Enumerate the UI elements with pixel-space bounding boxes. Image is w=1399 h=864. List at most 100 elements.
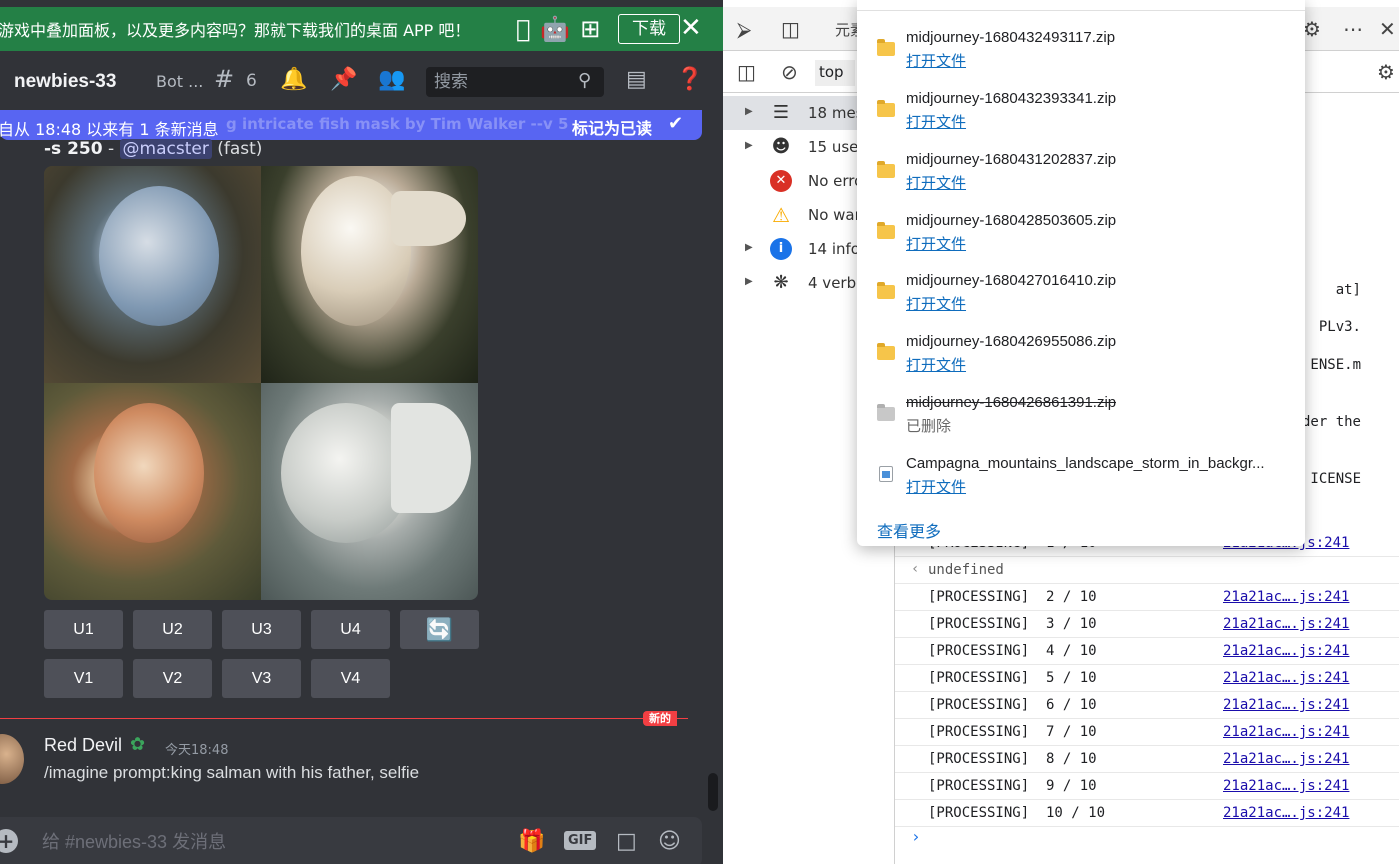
download-filename: midjourney-1680432393341.zip <box>906 90 1117 107</box>
download-item[interactable]: midjourney-1680432493117.zip 打开文件 <box>857 20 1305 80</box>
variation-3-button[interactable]: V3 <box>222 659 301 698</box>
source-link[interactable]: 21a21ac….js:241 <box>1223 616 1349 632</box>
message-input[interactable] <box>42 829 482 855</box>
folder-icon <box>877 100 895 117</box>
bug-icon: ❋ <box>773 272 789 293</box>
sidebar-item-label: 18 mes <box>808 104 864 122</box>
new-messages-text: 自从 18:48 以来有 1 条新消息 <box>0 120 219 139</box>
download-item-deleted[interactable]: midjourney-1680426861391.zip 已删除 <box>857 385 1305 445</box>
console-message: [PROCESSING] 4 / 10 <box>928 643 1097 659</box>
close-icon[interactable]: ✕ <box>680 13 702 43</box>
open-file-link[interactable]: 打开文件 <box>906 50 966 71</box>
user-mention[interactable]: @macster <box>119 139 212 159</box>
search-icon: ⚲ <box>578 70 592 91</box>
speed-mode: (fast) <box>211 139 263 159</box>
see-more-link[interactable]: 查看更多 <box>877 518 941 542</box>
console-text-fragment: ICENSE <box>1310 471 1361 487</box>
open-file-link[interactable]: 打开文件 <box>906 293 966 314</box>
windows-icon[interactable]: ⊞ <box>580 15 600 43</box>
console-prompt-icon[interactable]: › <box>911 827 921 846</box>
network-conditions-icon[interactable]: ⚙ <box>1303 17 1321 41</box>
download-item[interactable]: midjourney-1680431202837.zip 打开文件 <box>857 142 1305 202</box>
inbox-icon[interactable]: ▤ <box>626 67 647 92</box>
emoji-icon[interactable]: ☺ <box>658 829 681 854</box>
upscale-2-button[interactable]: U2 <box>133 610 212 649</box>
notification-mute-icon[interactable]: 🔔 <box>280 67 307 92</box>
folder-icon <box>877 222 895 239</box>
avatar[interactable] <box>0 734 24 784</box>
new-messages-bar[interactable]: g intricate fish mask by Tim Walker --v … <box>0 110 702 140</box>
sticker-icon[interactable]: □ <box>616 829 637 854</box>
expand-arrow-icon[interactable]: ▶ <box>745 106 753 117</box>
download-item[interactable]: midjourney-1680428503605.zip 打开文件 <box>857 203 1305 263</box>
open-file-link[interactable]: 打开文件 <box>906 354 966 375</box>
image-quadrant-1 <box>44 166 261 383</box>
console-message: [PROCESSING] 2 / 10 <box>928 589 1097 605</box>
settings-gear-icon[interactable]: ⚙ <box>1377 60 1395 84</box>
promo-text: 游戏中叠加面板，以及更多内容吗？那就下载我们的桌面 APP 吧！ <box>0 21 471 40</box>
download-item[interactable]: midjourney-1680432393341.zip 打开文件 <box>857 81 1305 141</box>
expand-arrow-icon[interactable]: ▶ <box>745 242 753 253</box>
console-text-fragment: at] <box>1335 282 1361 298</box>
upscale-3-button[interactable]: U3 <box>222 610 301 649</box>
upscale-4-button[interactable]: U4 <box>311 610 390 649</box>
open-file-link[interactable]: 打开文件 <box>906 476 966 497</box>
variation-2-button[interactable]: V2 <box>133 659 212 698</box>
apple-icon[interactable]:  <box>516 15 530 43</box>
source-link[interactable]: 21a21ac….js:241 <box>1223 778 1349 794</box>
download-item[interactable]: midjourney-1680427016410.zip 打开文件 <box>857 263 1305 323</box>
member-list-icon[interactable]: 👥 <box>378 67 405 92</box>
open-file-link[interactable]: 打开文件 <box>906 172 966 193</box>
source-link[interactable]: 21a21ac….js:241 <box>1223 805 1349 821</box>
new-messages-tag: 新的 <box>643 711 677 726</box>
device-toolbar-icon[interactable]: ◫ <box>781 17 800 41</box>
add-attachment-icon[interactable]: + <box>0 829 18 853</box>
source-link[interactable]: 21a21ac….js:241 <box>1223 643 1349 659</box>
scrollbar-thumb[interactable] <box>708 773 718 811</box>
pin-icon[interactable]: 📌 <box>330 67 357 92</box>
clear-console-icon[interactable]: ⊘ <box>781 60 798 84</box>
message-timestamp: 今天18:48 <box>165 743 229 758</box>
threads-icon[interactable]: # <box>214 65 234 93</box>
console-message: [PROCESSING] 5 / 10 <box>928 670 1097 686</box>
source-link[interactable]: 21a21ac….js:241 <box>1223 697 1349 713</box>
android-icon[interactable]: 🤖 <box>540 15 570 43</box>
error-icon: ✕ <box>770 170 792 192</box>
upscale-1-button[interactable]: U1 <box>44 610 123 649</box>
console-message: [PROCESSING] 3 / 10 <box>928 616 1097 632</box>
download-app-button[interactable]: 下载 <box>618 14 680 44</box>
expand-arrow-icon[interactable]: ▶ <box>745 276 753 287</box>
sidebar-toggle-icon[interactable]: ◫ <box>737 60 756 84</box>
variation-1-button[interactable]: V1 <box>44 659 123 698</box>
download-item[interactable]: Campagna_mountains_landscape_storm_in_ba… <box>857 446 1305 506</box>
source-link[interactable]: 21a21ac….js:241 <box>1223 670 1349 686</box>
inspect-element-icon[interactable]: ⮚ <box>737 17 751 41</box>
download-item[interactable]: midjourney-1680426955086.zip 打开文件 <box>857 324 1305 384</box>
source-link[interactable]: 21a21ac….js:241 <box>1223 589 1349 605</box>
open-file-link[interactable]: 打开文件 <box>906 233 966 254</box>
open-file-link[interactable]: 打开文件 <box>906 111 966 132</box>
context-selector[interactable]: top <box>815 60 855 86</box>
source-link[interactable]: 21a21ac….js:241 <box>1223 751 1349 767</box>
variation-4-button[interactable]: V4 <box>311 659 390 698</box>
expand-arrow-icon[interactable]: ▶ <box>745 140 753 151</box>
new-messages-divider <box>0 718 688 719</box>
bot-label[interactable]: Bot ... <box>156 72 203 91</box>
message-composer: + 🎁 GIF □ ☺ <box>0 817 702 864</box>
source-link[interactable]: 21a21ac….js:241 <box>1223 724 1349 740</box>
help-icon[interactable]: ❓ <box>676 67 703 92</box>
close-devtools-icon[interactable]: ✕ <box>1379 17 1396 41</box>
gif-icon[interactable]: GIF <box>564 831 597 850</box>
more-options-icon[interactable]: ⋯ <box>1343 17 1363 41</box>
deleted-status: 已删除 <box>906 417 952 435</box>
message-author[interactable]: Red Devil <box>44 735 122 756</box>
channel-name: newbies-33 <box>14 71 117 92</box>
console-text-fragment: PLv3. <box>1318 319 1361 335</box>
gift-icon[interactable]: 🎁 <box>518 829 545 854</box>
download-filename: midjourney-1680427016410.zip <box>906 272 1117 289</box>
download-filename: midjourney-1680428503605.zip <box>906 212 1117 229</box>
console-row: [PROCESSING] 2 / 10 21a21ac….js:241 <box>895 584 1399 611</box>
mark-as-read-button[interactable]: 标记为已读 <box>572 115 652 139</box>
reroll-button[interactable]: 🔄 <box>400 610 479 649</box>
generated-image-grid[interactable] <box>44 166 478 600</box>
